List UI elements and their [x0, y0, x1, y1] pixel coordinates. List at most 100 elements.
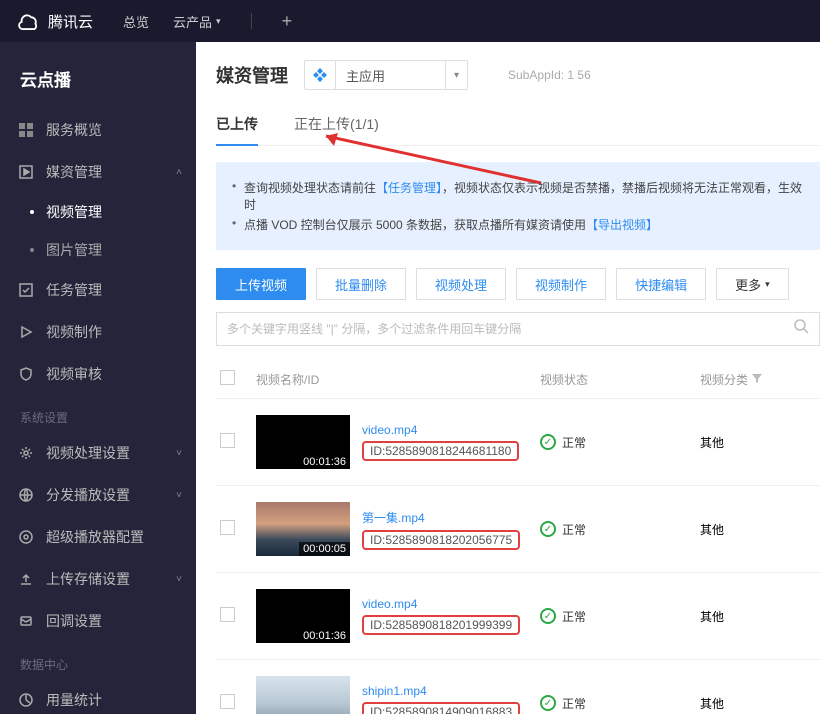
sidebar: 云点播 服务概览 媒资管理 ˄ 视频管理 图片管理 任务管理 视频制作 视频审核…: [0, 42, 196, 714]
media-icon: [18, 165, 34, 179]
video-id: ID:5285890818201999399: [362, 615, 520, 635]
app-selector[interactable]: 主应用 ▾: [304, 60, 468, 90]
video-id: ID:5285890814909016883: [362, 702, 520, 714]
sidebar-sub-image[interactable]: 图片管理: [0, 231, 196, 269]
table-row: 00:01:36 video.mp4 ID:5285890818201999399 ✓…: [216, 573, 820, 660]
duration-badge: 00:01:36: [299, 629, 350, 643]
app-label: 主应用: [336, 66, 445, 85]
status-badge: ✓正常: [540, 521, 700, 538]
top-bar: 腾讯云 总览 云产品 ▾ +: [0, 0, 820, 42]
check-icon: ✓: [540, 695, 556, 711]
notice-line-1: 查询视频处理状态请前往【任务管理】，视频状态仅表示视频是否禁播，禁播后视频将无法…: [232, 179, 804, 213]
task-icon: [18, 283, 34, 297]
check-icon: ✓: [540, 434, 556, 450]
more-button[interactable]: 更多 ▾: [716, 268, 789, 300]
chevron-up-icon: ˄: [176, 167, 182, 178]
video-id: ID:5285890818244681180: [362, 441, 519, 461]
row-checkbox[interactable]: [220, 694, 235, 709]
col-category[interactable]: 视频分类: [700, 371, 820, 388]
chevron-down-icon: ˅: [176, 574, 182, 585]
sidebar-item-review[interactable]: 视频审核: [0, 353, 196, 395]
nav-add-icon[interactable]: +: [282, 11, 293, 32]
sidebar-item-storage[interactable]: 上传存储设置 ˅: [0, 558, 196, 600]
upload-button[interactable]: 上传视频: [216, 268, 306, 300]
sidebar-item-callback[interactable]: 回调设置: [0, 600, 196, 642]
player-icon: [18, 530, 34, 544]
nav-products[interactable]: 云产品 ▾: [173, 12, 221, 31]
table-row: 00:01:42 shipin1.mp4 ID:528589081490901688…: [216, 660, 820, 714]
sidebar-group-data: 数据中心: [0, 642, 196, 679]
col-status: 视频状态: [540, 371, 700, 388]
upload-icon: [18, 572, 34, 586]
sidebar-item-tasks[interactable]: 任务管理: [0, 269, 196, 311]
sidebar-item-make[interactable]: 视频制作: [0, 311, 196, 353]
row-checkbox[interactable]: [220, 607, 235, 622]
nav-overview[interactable]: 总览: [123, 12, 149, 31]
video-thumbnail[interactable]: 00:01:42: [256, 676, 350, 714]
video-thumbnail[interactable]: 00:01:36: [256, 415, 350, 469]
sidebar-group-system: 系统设置: [0, 395, 196, 432]
table-row: 00:00:05 第一集.mp4 ID:5285890818202056775 ✓正常…: [216, 486, 820, 573]
sidebar-item-overview[interactable]: 服务概览: [0, 109, 196, 151]
video-id: ID:5285890818202056775: [362, 530, 520, 550]
sidebar-item-usage[interactable]: 用量统计: [0, 679, 196, 714]
status-badge: ✓正常: [540, 608, 700, 625]
shield-icon: [18, 367, 34, 381]
tab-uploaded[interactable]: 已上传: [216, 106, 258, 146]
table-header: 视频名称/ID 视频状态 视频分类: [216, 360, 820, 399]
sidebar-item-player[interactable]: 超级播放器配置: [0, 516, 196, 558]
link-export[interactable]: 【导出视频】: [586, 218, 658, 232]
video-category: 其他: [700, 695, 820, 712]
notice-line-2: 点播 VOD 控制台仅展示 5000 条数据，获取点播所有媒资请使用【导出视频】: [232, 216, 804, 233]
video-thumbnail[interactable]: 00:00:05: [256, 502, 350, 556]
dashboard-icon: [18, 123, 34, 137]
duration-badge: 00:01:36: [299, 455, 350, 469]
gear-icon: [18, 446, 34, 460]
check-icon: ✓: [540, 608, 556, 624]
sidebar-item-process-settings[interactable]: 视频处理设置 ˅: [0, 432, 196, 474]
sidebar-sub-video[interactable]: 视频管理: [0, 193, 196, 231]
search-input[interactable]: [227, 322, 794, 336]
table-row: 00:01:36 video.mp4 ID:5285890818244681180 ✓…: [216, 399, 820, 486]
main-content: 媒资管理 主应用 ▾ SubAppId: 1 56 已上传 正在上传(1/1) …: [196, 42, 820, 714]
video-thumbnail[interactable]: 00:01:36: [256, 589, 350, 643]
tab-uploading[interactable]: 正在上传(1/1): [294, 106, 379, 145]
sidebar-item-distribute[interactable]: 分发播放设置 ˅: [0, 474, 196, 516]
callback-icon: [18, 614, 34, 628]
play-icon: [18, 325, 34, 339]
tabs: 已上传 正在上传(1/1): [216, 106, 820, 146]
sidebar-item-media[interactable]: 媒资管理 ˄: [0, 151, 196, 193]
video-filename[interactable]: 第一集.mp4: [362, 509, 520, 526]
video-filename[interactable]: shipin1.mp4: [362, 684, 520, 698]
video-filename[interactable]: video.mp4: [362, 423, 519, 437]
chart-icon: [18, 693, 34, 707]
make-button[interactable]: 视频制作: [516, 268, 606, 300]
quick-edit-button[interactable]: 快捷编辑: [616, 268, 706, 300]
subapp-id: SubAppId: 1 56: [508, 68, 591, 82]
duration-badge: 00:00:05: [299, 542, 350, 556]
batch-delete-button[interactable]: 批量删除: [316, 268, 406, 300]
video-filename[interactable]: video.mp4: [362, 597, 520, 611]
search-icon[interactable]: [794, 319, 809, 339]
status-badge: ✓正常: [540, 434, 700, 451]
link-task-mgmt[interactable]: 【任务管理】: [376, 181, 442, 195]
chevron-down-icon: ˅: [176, 448, 182, 459]
video-category: 其他: [700, 608, 820, 625]
row-checkbox[interactable]: [220, 520, 235, 535]
notice-banner: 查询视频处理状态请前往【任务管理】，视频状态仅表示视频是否禁播，禁播后视频将无法…: [216, 162, 820, 250]
sidebar-title: 云点播: [0, 56, 196, 109]
chevron-down-icon: ▾: [445, 61, 467, 89]
globe-icon: [18, 488, 34, 502]
check-icon: ✓: [540, 521, 556, 537]
app-icon: [305, 61, 336, 89]
video-category: 其他: [700, 521, 820, 538]
select-all-checkbox[interactable]: [220, 370, 235, 385]
row-checkbox[interactable]: [220, 433, 235, 448]
process-button[interactable]: 视频处理: [416, 268, 506, 300]
brand-logo[interactable]: 腾讯云: [18, 10, 93, 32]
brand-name: 腾讯云: [48, 11, 93, 32]
search-bar[interactable]: [216, 312, 820, 346]
chevron-down-icon: ˅: [176, 490, 182, 501]
video-category: 其他: [700, 434, 820, 451]
filter-icon: [752, 374, 762, 384]
